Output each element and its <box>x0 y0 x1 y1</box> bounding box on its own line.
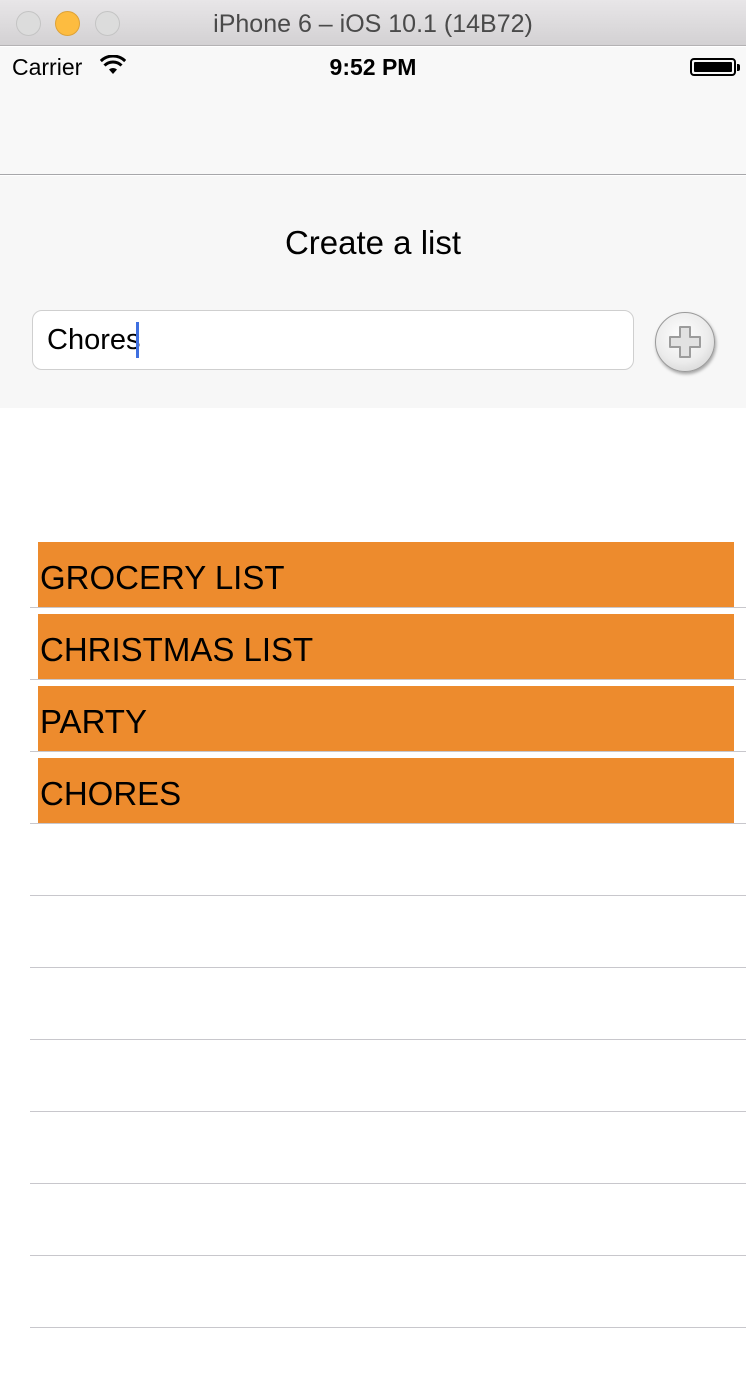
list-cell-label: PARTY <box>38 686 734 751</box>
table-row[interactable]: PARTY <box>30 680 746 752</box>
text-cursor <box>136 322 139 358</box>
empty-table-row <box>30 1256 746 1328</box>
status-time: 9:52 PM <box>329 54 417 80</box>
window-title: iPhone 6 – iOS 10.1 (14B72) <box>213 10 533 38</box>
empty-table-row <box>30 896 746 968</box>
table-row[interactable]: CHORES <box>30 752 746 824</box>
empty-table-row <box>30 1040 746 1112</box>
create-list-section: Create a list <box>0 176 746 408</box>
status-and-navigation-bar: Carrier 9:52 PM <box>0 47 746 175</box>
empty-table-row <box>30 824 746 896</box>
create-list-title: Create a list <box>284 224 462 261</box>
table-row[interactable]: GROCERY LIST <box>30 536 746 608</box>
lists-table[interactable]: GROCERY LIST CHRISTMAS LIST PARTY CHORES <box>0 408 746 1378</box>
list-name-input[interactable] <box>32 310 634 370</box>
list-cell-label: CHRISTMAS LIST <box>38 614 734 679</box>
simulator-title-bar: iPhone 6 – iOS 10.1 (14B72) <box>0 0 746 46</box>
list-cell-label: GROCERY LIST <box>38 542 734 607</box>
battery-icon <box>690 58 740 76</box>
empty-table-row <box>30 1112 746 1184</box>
empty-table-row <box>30 968 746 1040</box>
empty-table-row <box>30 1184 746 1256</box>
plus-icon <box>669 326 701 358</box>
add-list-button[interactable] <box>655 312 715 372</box>
list-cell-label: CHORES <box>38 758 734 823</box>
table-row[interactable]: CHRISTMAS LIST <box>30 608 746 680</box>
